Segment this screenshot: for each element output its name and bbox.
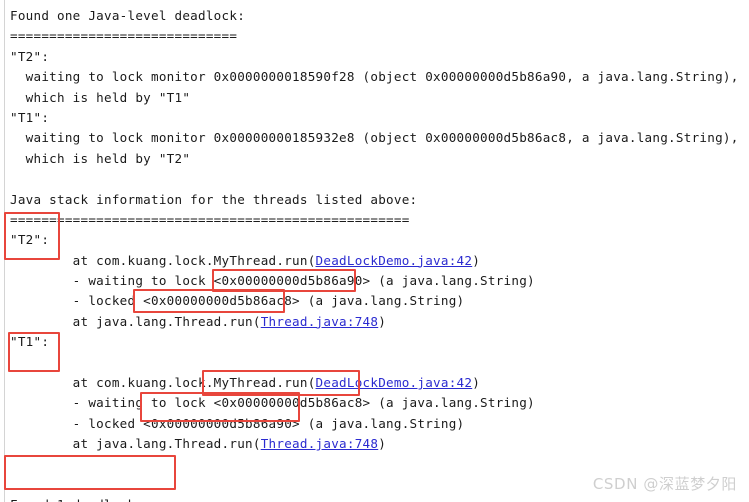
csdn-watermark: CSDN @深蓝梦夕阳	[592, 475, 737, 493]
console-line: Found 1 deadlock.	[10, 495, 749, 502]
console-line: - waiting to lock <0x00000000d5b86a90> (…	[10, 273, 535, 289]
console-line-text: at java.lang.Thread.run(	[10, 313, 261, 329]
console-line: waiting to lock monitor 0x0000000018590f…	[10, 69, 739, 85]
console-line: at java.lang.Thread.run(Thread.java:748)	[10, 434, 749, 454]
console-line: Found one Java-level deadlock:	[10, 8, 246, 23]
source-file-link[interactable]: DeadLockDemo.java:42	[316, 375, 473, 390]
console-line: "T2":	[10, 48, 50, 64]
console-line: Java stack information for the threads l…	[10, 191, 418, 207]
source-file-link[interactable]: Thread.java:748	[261, 436, 379, 451]
console-output[interactable]: Found one Java-level deadlock: ==========…	[10, 6, 749, 502]
console-gutter-rule	[4, 0, 5, 502]
console-screenshot: Found one Java-level deadlock: ==========…	[0, 0, 749, 502]
source-file-link[interactable]: Thread.java:748	[261, 314, 379, 329]
console-line: - locked <0x00000000d5b86a90> (a java.la…	[10, 415, 465, 431]
console-line: at com.kuang.lock.MyThread.run(DeadLockD…	[10, 373, 749, 393]
console-line: =============================	[10, 28, 238, 44]
console-line: which is held by "T1"	[10, 89, 191, 105]
source-file-link[interactable]: DeadLockDemo.java:42	[316, 253, 473, 268]
console-line-text: )	[378, 313, 387, 329]
console-line-text: at com.kuang.lock.MyThread.run(	[10, 252, 316, 268]
console-line: "T2":	[10, 232, 50, 248]
console-line: - locked <0x00000000d5b86ac8> (a java.la…	[10, 293, 465, 309]
console-line: "T1":	[10, 109, 50, 125]
console-line: at com.kuang.lock.MyThread.run(DeadLockD…	[10, 251, 749, 271]
console-line-text: )	[378, 436, 387, 452]
console-line: waiting to lock monitor 0x00000000185932…	[10, 130, 739, 146]
console-line: which is held by "T2"	[10, 150, 191, 166]
console-line-text: )	[472, 252, 481, 268]
console-line: - waiting to lock <0x00000000d5b86ac8> (…	[10, 395, 535, 411]
console-line-text: at java.lang.Thread.run(	[10, 436, 261, 452]
console-line-text: at com.kuang.lock.MyThread.run(	[10, 375, 316, 391]
console-line: at java.lang.Thread.run(Thread.java:748)	[10, 312, 749, 332]
console-line-text: )	[472, 375, 481, 391]
console-line: "T1":	[10, 334, 50, 350]
console-line: ========================================…	[10, 211, 410, 227]
